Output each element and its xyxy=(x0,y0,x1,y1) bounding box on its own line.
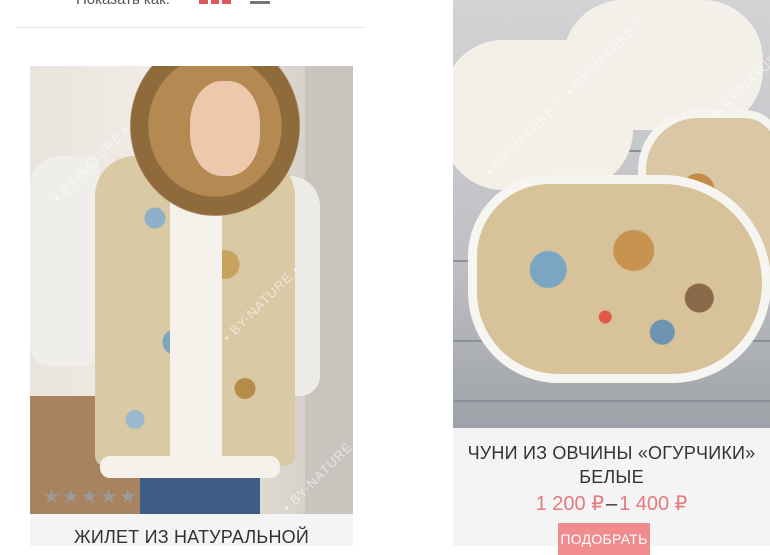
star-icon: ★ xyxy=(100,487,118,508)
view-toolbar: Показать как: xyxy=(0,0,390,28)
price-to: 1 400 ₽ xyxy=(619,493,688,515)
product-price: 1 200 ₽ –1 400 ₽ xyxy=(453,491,770,516)
product-title[interactable]: ЧУНИ ИЗ ОВЧИНЫ «ОГУРЧИКИ» БЕЛЫЕ xyxy=(463,441,760,489)
grid-view-icon[interactable] xyxy=(199,0,232,4)
star-icon: ★ xyxy=(43,487,61,508)
select-button[interactable]: ПОДОБРАТЬ xyxy=(558,523,650,555)
divider xyxy=(17,27,365,28)
product-card[interactable]: • BY-NATURE • • BY-NATURE • • BY-NATURE … xyxy=(30,66,353,548)
product-title[interactable]: ЖИЛЕТ ИЗ НАТУРАЛЬНОЙ xyxy=(30,527,353,548)
product-image[interactable]: • BY-NATURE • • BY-NATURE • • BY-NATURE … xyxy=(30,66,353,514)
product-image[interactable]: • BY-NATURE • • BY-NATURE • • BY-NATURE … xyxy=(453,0,770,428)
list-view-icon[interactable] xyxy=(250,0,270,4)
price-from: 1 200 ₽ xyxy=(535,493,604,515)
star-icon: ★ xyxy=(81,487,99,508)
star-icon: ★ xyxy=(62,487,80,508)
price-separator: – xyxy=(605,493,618,515)
rating-stars: ★ ★ ★ ★ ★ xyxy=(43,488,136,507)
show-as-label: Показать как: xyxy=(76,0,170,8)
star-icon: ★ xyxy=(119,487,137,508)
product-card[interactable]: • BY-NATURE • • BY-NATURE • • BY-NATURE … xyxy=(453,0,770,555)
